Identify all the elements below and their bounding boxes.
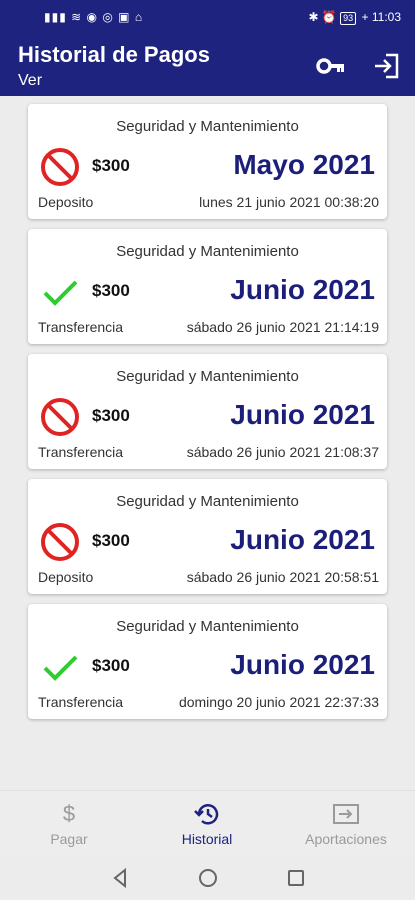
payment-method: Deposito: [38, 569, 94, 585]
page-subtitle: Ver: [18, 72, 43, 89]
bottom-nav: $ Pagar Historial Aportaciones: [0, 790, 415, 856]
payment-amount: $300: [92, 281, 130, 300]
history-icon: [193, 801, 221, 827]
payment-amount: $300: [92, 531, 130, 550]
nav-label-pagar: Pagar: [50, 831, 88, 847]
payment-amount: $300: [92, 656, 130, 675]
payment-amount: $300: [92, 406, 130, 425]
payment-method: Deposito: [38, 194, 94, 210]
payment-date: lunes 21 junio 2021 00:38:20: [199, 194, 379, 210]
payment-period: Junio 2021: [230, 399, 375, 430]
logout-icon[interactable]: [372, 52, 402, 80]
key-icon[interactable]: [316, 52, 346, 80]
status-system-icons: ✱ ⏰: [308, 10, 337, 24]
payment-card[interactable]: Seguridad y Mantenimiento $300 Junio 202…: [28, 479, 387, 594]
dollar-glyph: $: [62, 801, 76, 826]
payment-list: Seguridad y Mantenimiento $300 Mayo 2021…: [0, 96, 415, 790]
dollar-icon: $: [55, 801, 83, 827]
status-icons-left: ▮▮▮ ≋ ◉ ◎ ▣ ⌂: [44, 10, 144, 24]
payment-date: sábado 26 junio 2021 21:08:37: [186, 444, 379, 460]
payment-concept: Seguridad y Mantenimiento: [116, 243, 299, 260]
payment-method: Transferencia: [38, 444, 124, 460]
back-icon[interactable]: [108, 866, 132, 890]
payment-card[interactable]: Seguridad y Mantenimiento $300 Junio 202…: [28, 229, 387, 344]
rejected-icon: [40, 397, 80, 437]
nav-item-pagar[interactable]: $ Pagar: [0, 791, 138, 857]
payment-amount: $300: [92, 156, 130, 175]
nav-item-aportaciones[interactable]: Aportaciones: [277, 791, 415, 857]
payment-card[interactable]: Seguridad y Mantenimiento $300 Junio 202…: [28, 354, 387, 469]
page-title: Historial de Pagos: [18, 42, 210, 67]
status-time: + 11:03: [361, 10, 401, 24]
payment-date: sábado 26 junio 2021 21:14:19: [186, 319, 379, 335]
payment-date: sábado 26 junio 2021 20:58:51: [186, 569, 379, 585]
payment-concept: Seguridad y Mantenimiento: [116, 493, 299, 510]
payment-method: Transferencia: [38, 694, 124, 710]
checkmark-icon: [40, 647, 80, 687]
payment-concept: Seguridad y Mantenimiento: [116, 368, 299, 385]
checkmark-icon: [40, 272, 80, 312]
recents-icon[interactable]: [284, 866, 308, 890]
payment-period: Junio 2021: [230, 274, 375, 305]
rejected-icon: [40, 522, 80, 562]
login-icon: [332, 801, 360, 827]
payment-card[interactable]: Seguridad y Mantenimiento $300 Mayo 2021…: [28, 104, 387, 219]
payment-date: domingo 20 junio 2021 22:37:33: [178, 694, 379, 710]
app-bar: Historial de Pagos Ver: [0, 34, 415, 96]
payment-concept: Seguridad y Mantenimiento: [116, 118, 299, 135]
payment-concept: Seguridad y Mantenimiento: [116, 618, 299, 635]
nav-item-historial[interactable]: Historial: [138, 791, 276, 857]
system-nav-bar: [0, 856, 415, 900]
payment-card[interactable]: Seguridad y Mantenimiento $300 Junio 202…: [28, 604, 387, 719]
rejected-icon: [40, 147, 80, 187]
nav-label-historial: Historial: [181, 831, 233, 847]
payment-period: Junio 2021: [230, 649, 375, 680]
payment-method: Transferencia: [38, 319, 124, 335]
battery-icon: 93: [340, 12, 357, 25]
nav-label-aportaciones: Aportaciones: [305, 831, 387, 847]
payment-period: Mayo 2021: [233, 149, 375, 180]
status-icons-right: ✱ ⏰ 93 + 11:03: [308, 10, 401, 25]
home-icon[interactable]: [196, 866, 220, 890]
status-bar: ▮▮▮ ≋ ◉ ◎ ▣ ⌂ ✱ ⏰ 93 + 11:03: [0, 0, 415, 34]
payment-period: Junio 2021: [230, 524, 375, 555]
